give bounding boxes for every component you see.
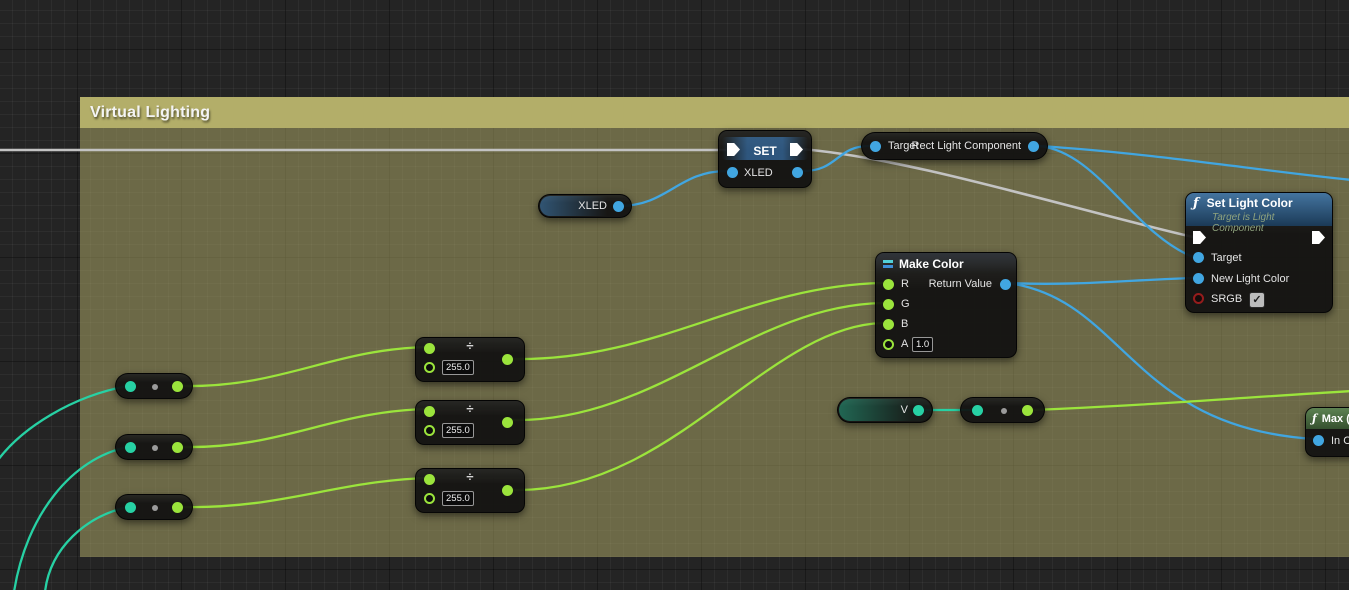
- wire-xledget-to-set: [619, 171, 727, 206]
- g-label: G: [901, 298, 910, 310]
- set-light-color-node[interactable]: ƒ Set Light Color Target is Light Compon…: [1185, 192, 1333, 313]
- conversion-node-3[interactable]: [115, 494, 193, 520]
- xled-output-pin[interactable]: [613, 201, 624, 212]
- return-value-output-pin[interactable]: [1000, 279, 1011, 290]
- target-label: Target: [1211, 252, 1242, 264]
- conversion-input-pin[interactable]: [125, 442, 136, 453]
- variable-get-xled-node[interactable]: XLED: [538, 194, 632, 218]
- wire-offscreen-to-conv2: [14, 447, 128, 590]
- set-xled-node[interactable]: SET XLED: [718, 130, 812, 188]
- b-label: B: [901, 318, 908, 330]
- set-xled-input-pin[interactable]: [727, 167, 738, 178]
- function-icon: ƒ: [1193, 196, 1199, 211]
- r-label: R: [901, 278, 909, 290]
- conversion-input-pin[interactable]: [972, 405, 983, 416]
- exec-in-pin[interactable]: [1193, 231, 1206, 244]
- v-label: V: [901, 404, 908, 416]
- conversion-dot-icon: [152, 384, 158, 390]
- variable-get-v-node[interactable]: V: [837, 397, 933, 423]
- rect-light-component-node[interactable]: Target Rect Light Component: [861, 132, 1048, 160]
- wire-divide2-to-g: [512, 303, 882, 420]
- a-value-input[interactable]: 1.0: [912, 337, 933, 352]
- divide-output-pin[interactable]: [502, 417, 513, 428]
- target-input-pin[interactable]: [1193, 252, 1204, 263]
- blueprint-graph-canvas[interactable]: Virtual Lighting XLED SET XLED: [0, 0, 1349, 590]
- function-icon: ƒ: [1312, 412, 1317, 425]
- conversion-output-pin[interactable]: [172, 502, 183, 513]
- wire-rectlight-to-target: [1039, 146, 1193, 257]
- divisor-value-input[interactable]: 255.0: [442, 491, 474, 506]
- wire-conv4-to-offscreen: [1032, 391, 1349, 410]
- conversion-node-2[interactable]: [115, 434, 193, 460]
- set-light-color-title: Set Light Color: [1207, 196, 1293, 210]
- wire-offscreen-to-conv1: [0, 386, 128, 460]
- conversion-output-pin[interactable]: [1022, 405, 1033, 416]
- make-color-node[interactable]: Make Color R Return Value G B A 1.0: [875, 252, 1017, 358]
- conversion-node-4[interactable]: [960, 397, 1045, 423]
- make-struct-icon: [882, 258, 894, 270]
- rectlight-output-pin[interactable]: [1028, 141, 1039, 152]
- conversion-input-pin[interactable]: [125, 381, 136, 392]
- wire-conv2-to-divide2: [182, 409, 428, 447]
- max-title: Max (: [1322, 413, 1349, 425]
- wire-makecolor-to-newlightcolor: [1008, 278, 1193, 284]
- make-color-header: Make Color: [876, 253, 1016, 274]
- make-color-title: Make Color: [899, 257, 964, 271]
- conversion-dot-icon: [152, 445, 158, 451]
- set-light-color-subtitle: Target is Light Component: [1212, 212, 1325, 234]
- b-input-pin[interactable]: [883, 319, 894, 330]
- divisor-value-input[interactable]: 255.0: [442, 360, 474, 375]
- divide-output-pin[interactable]: [502, 354, 513, 365]
- divide-node-1[interactable]: ÷ 255.0: [415, 337, 525, 382]
- max-input-label: In Col: [1331, 435, 1349, 447]
- g-input-pin[interactable]: [883, 299, 894, 310]
- conversion-dot-icon: [152, 505, 158, 511]
- divide-divisor-pin[interactable]: [424, 362, 435, 373]
- wire-conv1-to-divide1: [182, 347, 428, 386]
- divide-node-2[interactable]: ÷ 255.0: [415, 400, 525, 445]
- divisor-value-input[interactable]: 255.0: [442, 423, 474, 438]
- divide-input-pin[interactable]: [424, 474, 435, 485]
- srgb-label: SRGB: [1211, 293, 1242, 305]
- divide-divisor-pin[interactable]: [424, 425, 435, 436]
- srgb-input-pin[interactable]: [1193, 293, 1204, 304]
- divide-node-3[interactable]: ÷ 255.0: [415, 468, 525, 513]
- new-light-color-input-pin[interactable]: [1193, 273, 1204, 284]
- srgb-checkbox[interactable]: ✓: [1249, 292, 1265, 308]
- divide-input-pin[interactable]: [424, 406, 435, 417]
- conversion-input-pin[interactable]: [125, 502, 136, 513]
- r-input-pin[interactable]: [883, 279, 894, 290]
- xled-label: XLED: [578, 200, 607, 212]
- divide-output-pin[interactable]: [502, 485, 513, 496]
- max-node[interactable]: ƒ Max ( In Col: [1305, 407, 1349, 457]
- conversion-output-pin[interactable]: [172, 381, 183, 392]
- wire-conv3-to-divide3: [182, 478, 428, 507]
- divide-input-pin[interactable]: [424, 343, 435, 354]
- a-label: A: [901, 338, 908, 350]
- a-input-pin[interactable]: [883, 339, 894, 350]
- rectlight-output-label: Rect Light Component: [912, 140, 1021, 152]
- return-value-label: Return Value: [929, 278, 992, 290]
- wire-layer: [0, 0, 1349, 590]
- max-header: ƒ Max (: [1306, 408, 1349, 429]
- v-output-pin[interactable]: [913, 405, 924, 416]
- new-light-color-label: New Light Color: [1211, 273, 1289, 285]
- wire-exec-set-to-setlightcolor: [801, 149, 1193, 237]
- conversion-output-pin[interactable]: [172, 442, 183, 453]
- wire-divide3-to-b: [512, 323, 882, 490]
- conversion-node-1[interactable]: [115, 373, 193, 399]
- max-input-pin[interactable]: [1313, 435, 1324, 446]
- wire-divide1-to-r: [512, 283, 882, 359]
- set-xled-input-label: XLED: [744, 167, 773, 179]
- set-xled-output-pin[interactable]: [792, 167, 803, 178]
- wire-rectlight-to-offscreen: [1039, 146, 1349, 180]
- wire-offscreen-to-conv3: [45, 507, 128, 590]
- rectlight-target-input-pin[interactable]: [870, 141, 881, 152]
- divide-divisor-pin[interactable]: [424, 493, 435, 504]
- conversion-dot-icon: [1001, 408, 1007, 414]
- set-light-color-header: ƒ Set Light Color Target is Light Compon…: [1186, 193, 1332, 226]
